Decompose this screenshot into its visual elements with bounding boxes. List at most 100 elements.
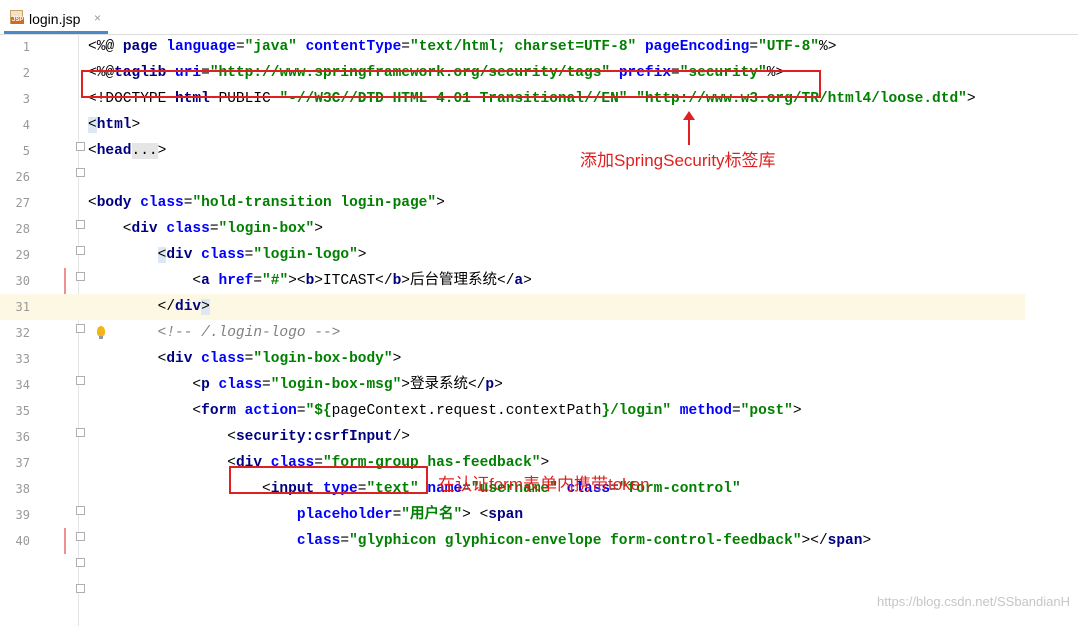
fold-icon[interactable]: [76, 558, 85, 567]
code-token: "login-box-msg": [270, 377, 402, 393]
code-token: page: [122, 39, 167, 55]
code-token: "用户名": [401, 507, 463, 523]
code-token: >: [792, 403, 802, 419]
code-line[interactable]: 5 <head...>: [0, 138, 1025, 164]
code-token: =: [262, 377, 271, 393]
code-token: span: [827, 533, 863, 549]
fold-icon[interactable]: [76, 168, 85, 177]
code-token: />: [392, 429, 410, 445]
code-token: <: [88, 455, 236, 471]
line-number: 39: [15, 508, 30, 522]
line-number: 40: [15, 534, 30, 548]
code-line[interactable]: 35 <form action="${pageContext.request.c…: [0, 398, 1025, 424]
code-line[interactable]: 34 <p class="login-box-msg">登录系统</p>: [0, 372, 1025, 398]
code-line[interactable]: 4 <html>: [0, 112, 1025, 138]
code-token: %>: [819, 39, 837, 55]
code-line[interactable]: 27 <body class="hold-transition login-pag…: [0, 190, 1025, 216]
code-token: <: [88, 273, 202, 289]
code-line[interactable]: 1 <%@ page language="java" contentType="t…: [0, 34, 1025, 60]
code-line[interactable]: 36 <security:csrfInput/>: [0, 424, 1025, 450]
fold-icon[interactable]: [76, 428, 85, 437]
code-line[interactable]: 39 placeholder="用户名"> <span: [0, 502, 1025, 528]
fold-icon[interactable]: [76, 142, 85, 151]
change-marker: [64, 528, 66, 554]
code-token: =: [296, 403, 306, 419]
code-token: <!-- /.login-logo -->: [88, 325, 341, 341]
fold-icon[interactable]: [76, 324, 85, 333]
line-number: 36: [15, 430, 30, 444]
jsp-file-icon: JSP: [10, 10, 25, 24]
code-token: contentType: [305, 39, 402, 55]
code-token: <: [88, 377, 202, 393]
code-token: b: [305, 273, 315, 289]
code-token: >: [966, 91, 976, 107]
code-token: "glyphicon glyphicon-envelope form-contr…: [349, 533, 802, 549]
code-text: <div class="login-box-body">: [88, 346, 402, 372]
fold-icon[interactable]: [76, 532, 85, 541]
fold-icon[interactable]: [76, 584, 85, 593]
code-token: "#": [262, 273, 289, 289]
code-token: "login-box-body": [253, 351, 393, 367]
fold-icon[interactable]: [76, 376, 85, 385]
code-line[interactable]: 26: [0, 164, 1025, 190]
code-token: html: [96, 117, 132, 133]
code-token: a: [514, 273, 524, 289]
code-token: action: [244, 403, 297, 419]
code-token: pageEncoding: [644, 39, 750, 55]
code-token: "hold-transition login-page": [192, 195, 437, 211]
line-number: 5: [22, 144, 30, 158]
code-text: <a href="#"><b>ITCAST</b>后台管理系统</a>: [88, 268, 532, 294]
code-text: <html>: [88, 112, 140, 138]
code-text: <div class="login-logo">: [88, 242, 366, 268]
close-icon[interactable]: ×: [94, 11, 101, 25]
code-token: =: [340, 533, 350, 549]
line-number: 31: [15, 300, 30, 314]
code-token: class: [140, 195, 184, 211]
code-text: <head...>: [88, 138, 166, 164]
fold-icon[interactable]: [76, 220, 85, 229]
code-line[interactable]: 28 <div class="login-box">: [0, 216, 1025, 242]
fold-icon[interactable]: [76, 506, 85, 515]
code-token: pageContext.request.contextPath: [331, 403, 602, 419]
line-number: 34: [15, 378, 30, 392]
taglib-highlight-box: [81, 70, 821, 98]
code-editor[interactable]: 1 <%@ page language="java" contentType="t…: [0, 34, 1078, 626]
fold-icon[interactable]: [76, 272, 85, 281]
code-line[interactable]: 30 <a href="#"><b>ITCAST</b>后台管理系统</a>: [0, 268, 1025, 294]
fold-icon[interactable]: [76, 246, 85, 255]
code-token: class: [296, 533, 341, 549]
code-token: a: [201, 273, 219, 289]
code-token: div: [131, 221, 167, 237]
code-token: <: [88, 117, 97, 133]
code-token: >: [357, 247, 367, 263]
code-line[interactable]: 32 <!-- /.login-logo -->: [0, 320, 1025, 346]
taglib-annotation: 添加SpringSecurity标签库: [580, 151, 776, 170]
code-token: >: [523, 273, 532, 289]
code-line[interactable]: 33 <div class="login-box-body">: [0, 346, 1025, 372]
tab-login-jsp[interactable]: JSP login.jsp ×: [4, 6, 108, 34]
code-text: <div class="login-box">: [88, 216, 323, 242]
lightbulb-icon[interactable]: [97, 326, 105, 339]
code-text: <form action="${pageContext.request.cont…: [88, 398, 802, 424]
code-token: =: [401, 39, 410, 55]
code-token: >ITCAST</: [314, 273, 393, 289]
code-token: <: [88, 403, 202, 419]
code-line[interactable]: 31 </div>: [0, 294, 1025, 320]
code-line[interactable]: 40 class="glyphicon glyphicon-envelope f…: [0, 528, 1025, 554]
line-number: 3: [22, 92, 30, 106]
code-token: "login-box": [218, 221, 315, 237]
change-marker: [64, 268, 66, 294]
code-token: "java": [244, 39, 306, 55]
code-token: <%@: [88, 39, 123, 55]
code-token: form: [201, 403, 245, 419]
code-text: placeholder="用户名"> <span: [88, 502, 523, 528]
code-token: >后台管理系统</: [401, 273, 515, 289]
code-token: <: [88, 429, 236, 445]
line-number: 33: [15, 352, 30, 366]
line-number: 29: [15, 248, 30, 262]
code-line[interactable]: 29 <div class="login-logo">: [0, 242, 1025, 268]
code-text: <%@ page language="java" contentType="te…: [88, 34, 836, 60]
code-token: <: [88, 351, 167, 367]
code-token: p: [201, 377, 219, 393]
